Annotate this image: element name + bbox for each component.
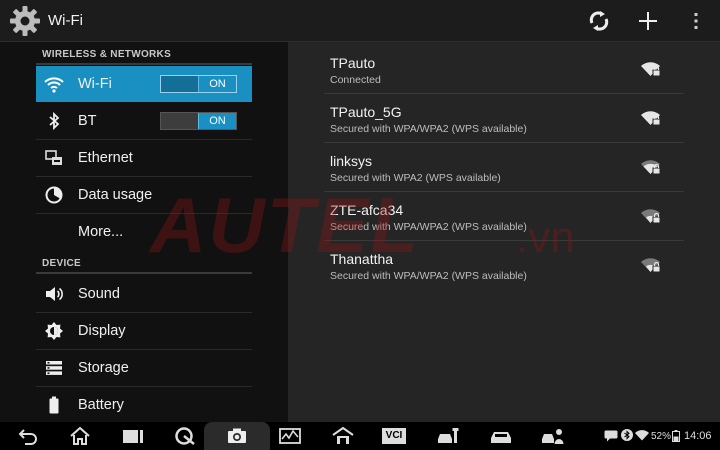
network-status: Secured with WPA2 (WPS available) <box>330 172 501 184</box>
battery-percentage: 52% <box>651 431 672 442</box>
speaker-icon <box>46 287 63 301</box>
car-service-icon[interactable] <box>437 426 461 446</box>
wifi-icon <box>44 77 64 93</box>
home-icon[interactable] <box>69 426 91 446</box>
wifi-signal-locked-icon <box>641 258 661 273</box>
sidebar-item-label: Sound <box>78 286 120 302</box>
sidebar-item-display[interactable]: Display <box>36 313 252 350</box>
action-bar: Wi-Fi <box>0 0 720 42</box>
sidebar-item-label: Display <box>78 323 126 339</box>
wifi-signal-locked-icon <box>641 160 661 175</box>
ethernet-icon <box>45 150 62 165</box>
sidebar-item-label: Data usage <box>78 187 153 203</box>
autel-logo-icon[interactable] <box>174 426 196 446</box>
wifi-toggle-state: ON <box>198 76 236 92</box>
add-icon[interactable] <box>636 9 660 33</box>
sidebar-item-label: More... <box>78 224 124 240</box>
status-bar: 52% 14:06 <box>604 429 716 445</box>
wifi-toggle[interactable]: ON <box>160 75 237 93</box>
recent-apps-icon[interactable] <box>122 426 144 446</box>
garage-icon[interactable] <box>332 426 354 446</box>
overflow-menu-icon[interactable] <box>684 9 708 33</box>
sidebar-item-label: Wi-Fi <box>78 76 112 92</box>
network-status: Secured with WPA/WPA2 (WPS available) <box>330 123 527 135</box>
wifi-network-list: TPauto Connected TPauto_5G Secured with … <box>288 42 720 422</box>
list-item[interactable]: ZTE-afca34 Secured with WPA/WPA2 (WPS av… <box>324 192 684 241</box>
battery-status-icon <box>672 430 680 442</box>
section-divider <box>36 63 252 65</box>
network-ssid: ZTE-afca34 <box>330 202 404 218</box>
list-item[interactable]: Thanattha Secured with WPA/WPA2 (WPS ava… <box>324 241 684 290</box>
wifi-signal-locked-icon <box>641 111 661 126</box>
network-ssid: linksys <box>330 153 373 169</box>
network-status: Connected <box>330 74 381 86</box>
section-divider <box>36 272 252 274</box>
section-header-wireless: WIRELESS & NETWORKS <box>42 49 172 60</box>
sidebar-item-data-usage[interactable]: Data usage <box>36 177 252 214</box>
technician-icon[interactable] <box>541 426 565 446</box>
network-status: Secured with WPA/WPA2 (WPS available) <box>330 221 527 233</box>
sidebar-item-storage[interactable]: Storage <box>36 350 252 387</box>
bt-toggle[interactable]: ON <box>160 112 237 130</box>
sidebar-item-more[interactable]: More... <box>36 214 252 250</box>
sidebar-item-sound[interactable]: Sound <box>36 276 252 313</box>
bluetooth-status-icon <box>621 429 633 441</box>
wifi-signal-locked-icon <box>641 62 661 77</box>
active-tab[interactable] <box>204 422 270 450</box>
page-title: Wi-Fi <box>48 12 83 29</box>
list-item[interactable]: TPauto_5G Secured with WPA/WPA2 (WPS ava… <box>324 94 684 143</box>
chat-icon <box>604 430 618 442</box>
data-usage-icon <box>45 186 63 204</box>
clock: 14:06 <box>684 430 712 442</box>
network-status: Secured with WPA/WPA2 (WPS available) <box>330 270 527 282</box>
sidebar-item-label: Battery <box>78 397 124 413</box>
network-ssid: Thanattha <box>330 251 394 267</box>
sidebar-item-label: Storage <box>78 360 129 376</box>
diagnostics-icon[interactable] <box>279 426 301 446</box>
wifi-signal-locked-icon <box>641 209 661 224</box>
sidebar-item-ethernet[interactable]: Ethernet <box>36 140 252 177</box>
list-item[interactable]: linksys Secured with WPA2 (WPS available… <box>324 143 684 192</box>
sidebar-item-label: Ethernet <box>78 150 133 166</box>
section-header-device: DEVICE <box>42 258 82 269</box>
network-ssid: TPauto <box>330 55 376 71</box>
sidebar-item-battery[interactable]: Battery <box>36 387 252 423</box>
vci-icon[interactable]: VCI <box>382 428 406 444</box>
settings-list: WIRELESS & NETWORKS Wi-Fi ON BT ON Ether… <box>0 42 288 422</box>
bluetooth-icon <box>49 111 60 131</box>
sidebar-item-label: BT <box>78 113 97 129</box>
brightness-icon <box>45 322 63 340</box>
storage-icon <box>46 361 62 375</box>
camera-icon[interactable] <box>226 427 248 445</box>
wps-icon[interactable] <box>587 9 611 33</box>
wifi-status-icon <box>635 430 649 441</box>
battery-icon <box>49 396 59 414</box>
car-icon[interactable] <box>489 426 513 446</box>
network-ssid: TPauto_5G <box>330 104 402 120</box>
back-icon[interactable] <box>17 426 39 446</box>
sidebar-item-wifi[interactable]: Wi-Fi ON <box>36 66 252 102</box>
sidebar-item-bt[interactable]: BT ON <box>36 103 252 140</box>
bt-toggle-state: ON <box>198 113 236 129</box>
list-item[interactable]: TPauto Connected <box>324 45 684 94</box>
gear-icon[interactable] <box>9 5 41 37</box>
navigation-bar: VCI 52% 14:06 <box>0 422 720 450</box>
